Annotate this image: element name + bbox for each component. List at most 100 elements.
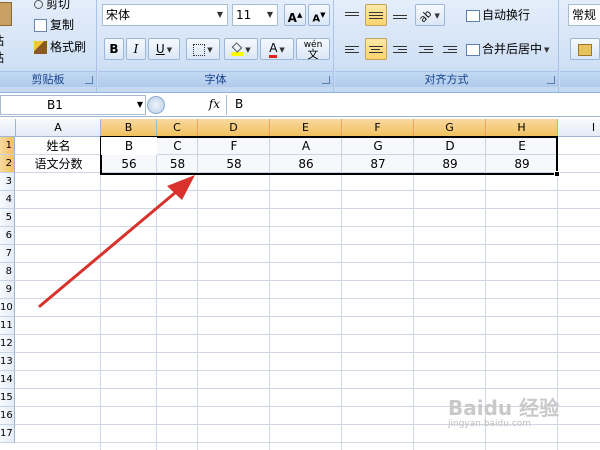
gridline [156,137,157,450]
wrap-text-button[interactable]: 自动换行 [463,4,545,26]
column-header-c[interactable]: C [157,119,198,137]
italic-button[interactable]: I [126,38,146,60]
cell-e2[interactable]: 86 [270,155,342,173]
cell-h1[interactable]: E [486,137,558,155]
cell-a1[interactable]: 姓名 [16,137,101,155]
borders-button[interactable]: ▼ [186,38,220,60]
align-top-icon [345,10,359,21]
decrease-indent-icon [419,44,433,55]
row-header[interactable]: 15 [0,389,15,407]
name-box-value: B1 [47,98,63,112]
ribbon: 粘贴 剪切 复制 格式刷 剪贴板 宋体 ▼ 11 ▼ A▲ A▼ B I U▼ [0,0,600,93]
row-header[interactable]: 17 [0,425,15,443]
row-header[interactable]: 11 [0,317,15,335]
cut-button[interactable]: 剪切 [34,0,70,14]
row-header[interactable]: 9 [0,281,15,299]
cell-g2[interactable]: 89 [414,155,486,173]
align-right-button[interactable] [389,38,411,60]
row-header[interactable]: 8 [0,263,15,281]
bold-button[interactable]: B [104,38,124,60]
merge-center-icon [466,43,480,56]
row-header[interactable]: 13 [0,353,15,371]
formula-input[interactable]: B [226,95,600,115]
row-header[interactable]: 3 [0,173,15,191]
orientation-button[interactable]: ab▼ [415,4,445,26]
font-dialog-launcher[interactable] [322,76,330,84]
cell-e1[interactable]: A [270,137,342,155]
clipboard-group-label: 剪贴板 [0,71,96,87]
row-header[interactable]: 7 [0,245,15,263]
merge-center-button[interactable]: 合并后居中 ▼ [463,38,557,60]
shrink-font-button[interactable]: A▼ [308,4,330,26]
row-header[interactable]: 10 [0,299,15,317]
cell-c1[interactable]: C [157,137,198,155]
gridline [197,137,198,450]
font-name-combo[interactable]: 宋体 ▼ [102,4,228,26]
row-header[interactable]: 6 [0,227,15,245]
row-header[interactable]: 1 [0,137,15,155]
column-header-e[interactable]: E [270,119,342,137]
row-header[interactable]: 16 [0,407,15,425]
name-box[interactable]: B1 ▼ [0,95,146,115]
row-header[interactable]: 14 [0,371,15,389]
number-group-label [560,71,600,87]
select-all-button[interactable] [0,119,16,137]
row-header[interactable]: 2 [0,155,15,173]
gridline [15,334,600,335]
font-size-combo[interactable]: 11 ▼ [232,4,278,26]
paste-icon [0,2,12,26]
column-header-h[interactable]: H [486,119,558,137]
cell-d1[interactable]: F [198,137,270,155]
row-header[interactable]: 12 [0,335,15,353]
phonetic-button[interactable]: wén 文 [296,38,330,60]
grow-font-button[interactable]: A▲ [284,4,306,26]
alignment-dialog-launcher[interactable] [547,76,555,84]
number-format-value: 常规 [572,8,597,22]
accounting-format-button[interactable] [570,38,600,60]
row-header[interactable]: 5 [0,209,15,227]
align-center-button[interactable] [365,38,387,60]
column-header-f[interactable]: F [342,119,414,137]
align-center-icon [369,44,383,55]
formula-bar-resize-handle[interactable] [147,96,165,114]
cell-c2[interactable]: 58 [157,155,198,173]
column-header-g[interactable]: G [414,119,486,137]
font-color-button[interactable]: A ▼ [260,38,294,60]
gridline [15,316,600,317]
increase-indent-button[interactable] [439,38,461,60]
insert-function-button[interactable]: fx [166,97,224,113]
chevron-down-icon: ▼ [544,45,550,54]
accounting-icon [578,43,592,56]
cell-b1[interactable]: B [101,137,157,155]
underline-button[interactable]: U ▼ [148,38,180,60]
fill-color-button[interactable]: ▼ [224,38,258,60]
align-left-button[interactable] [341,38,363,60]
cell-g1[interactable]: D [414,137,486,155]
cell-f2[interactable]: 87 [342,155,414,173]
gridline [15,370,600,371]
format-painter-button[interactable]: 格式刷 [34,37,86,57]
cut-label: 剪切 [46,0,71,11]
align-bottom-icon [393,10,407,21]
row-header[interactable]: 4 [0,191,15,209]
column-header-i[interactable]: I [558,119,600,137]
column-header-a[interactable]: A [16,119,101,137]
align-top-button[interactable] [341,4,363,26]
cell-a2[interactable]: 语文分数 [16,155,101,173]
font-name-value: 宋体 [106,8,131,22]
cell-d2[interactable]: 58 [198,155,270,173]
number-format-combo[interactable]: 常规 [568,4,600,26]
clipboard-dialog-launcher[interactable] [85,76,93,84]
cell-b2[interactable]: 56 [101,155,157,173]
decrease-indent-button[interactable] [415,38,437,60]
formula-bar: B1 ▼ fx B [0,93,600,117]
cell-h2[interactable]: 89 [486,155,558,173]
align-middle-button[interactable] [365,4,387,26]
clipboard-group: 粘贴 剪切 复制 格式刷 剪贴板 [0,0,97,92]
align-left-icon [345,44,359,55]
copy-button[interactable]: 复制 [34,15,74,35]
column-header-b[interactable]: B [101,119,157,137]
column-header-d[interactable]: D [198,119,270,137]
align-bottom-button[interactable] [389,4,411,26]
cell-f1[interactable]: G [342,137,414,155]
